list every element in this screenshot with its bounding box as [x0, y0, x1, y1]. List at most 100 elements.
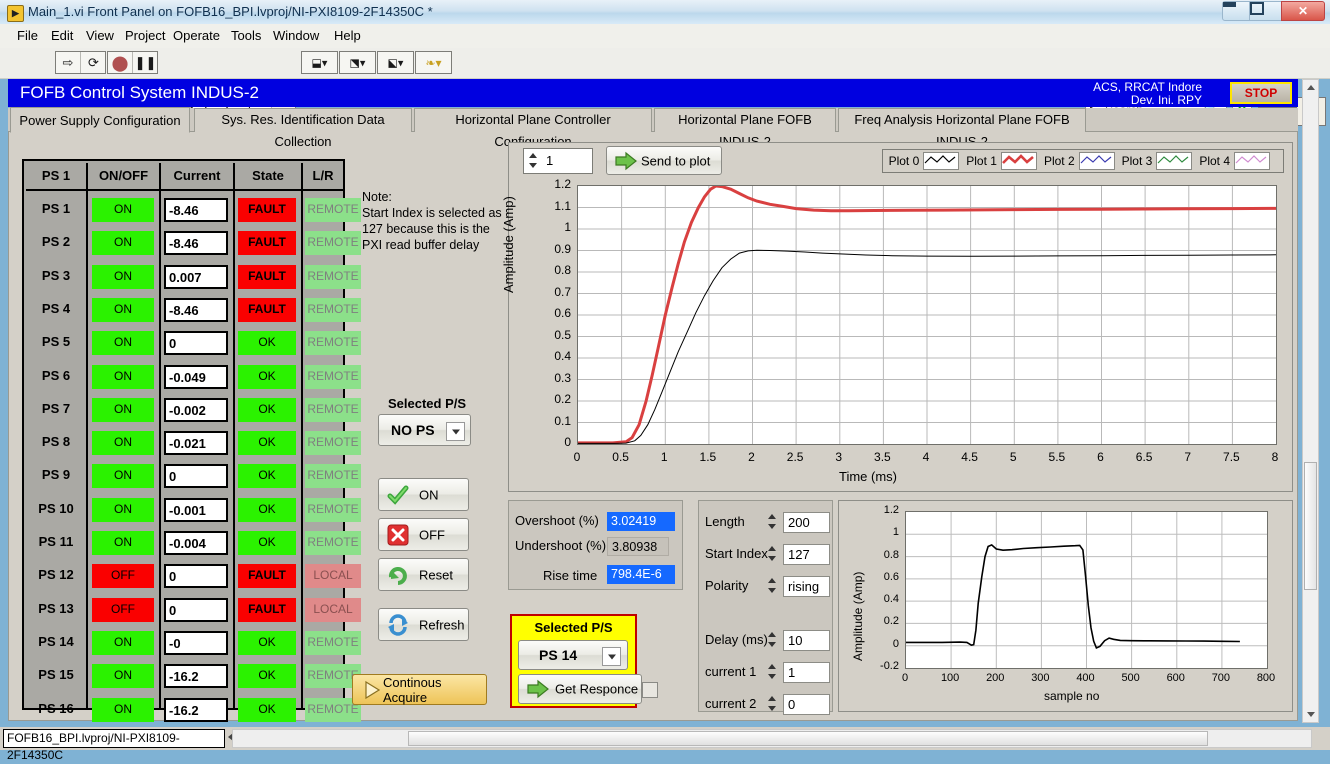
param-stepper-2[interactable]: [765, 575, 780, 597]
ps-current-cell[interactable]: -0.001: [164, 497, 228, 522]
ps-onoff-cell[interactable]: ON: [92, 431, 154, 456]
horizontal-scrollbar[interactable]: [232, 729, 1312, 748]
close-button[interactable]: ✕: [1281, 1, 1325, 21]
tab-sys-res-identification[interactable]: Sys. Res. Identification Data Collection: [194, 108, 412, 149]
param-value-2[interactable]: rising: [783, 576, 830, 597]
ps-current-cell[interactable]: -0.004: [164, 531, 228, 555]
stop-button[interactable]: STOP: [1230, 82, 1292, 104]
menu-item-operate[interactable]: Operate: [166, 27, 227, 45]
ps-current-cell[interactable]: -0: [164, 630, 228, 655]
get-response-button[interactable]: Get Responce: [518, 674, 642, 704]
ps-reset-button[interactable]: Reset: [378, 558, 469, 591]
legend-item-3[interactable]: Plot 3: [1122, 152, 1193, 170]
param-value-3[interactable]: 10: [783, 630, 830, 651]
distribute-objects-icon[interactable]: ⬔▾: [340, 52, 375, 73]
ps-current-cell[interactable]: -8.46: [164, 198, 228, 222]
ps-current-cell[interactable]: -0.049: [164, 364, 228, 389]
param-value-1[interactable]: 127: [783, 544, 830, 565]
ps-onoff-cell[interactable]: ON: [92, 364, 154, 389]
param-stepper-5[interactable]: [765, 693, 780, 715]
menu-item-tools[interactable]: Tools: [224, 27, 268, 45]
legend-swatch[interactable]: [1234, 152, 1270, 170]
ps-onoff-cell[interactable]: OFF: [92, 564, 154, 589]
vertical-scrollbar[interactable]: [1302, 79, 1319, 723]
param-value-5[interactable]: 0: [783, 694, 830, 715]
legend-swatch[interactable]: [1156, 152, 1193, 170]
pause-icon[interactable]: ❚❚: [133, 52, 158, 73]
menu-item-file[interactable]: File: [10, 27, 45, 45]
tab-horizontal-plane-fofb[interactable]: Horizontal Plane FOFB INDUS-2: [654, 108, 836, 149]
scroll-up-icon[interactable]: [1303, 80, 1318, 95]
tab-freq-analysis[interactable]: Freq Analysis Horizontal Plane FOFB INDU…: [838, 108, 1086, 149]
ps-onoff-cell[interactable]: ON: [92, 497, 154, 522]
ps-onoff-cell[interactable]: ON: [92, 297, 154, 322]
menu-item-window[interactable]: Window: [266, 27, 326, 45]
ps-onoff-cell[interactable]: ON: [92, 198, 154, 222]
plot-legend[interactable]: Plot 0 Plot 1 Plot 2 Plot 3 Plot 4: [881, 149, 1284, 173]
tab-horizontal-plane-controller[interactable]: Horizontal Plane Controller Configuratio…: [414, 108, 652, 149]
ps-current-cell[interactable]: 0: [164, 597, 228, 622]
menu-item-edit[interactable]: Edit: [44, 27, 80, 45]
raw-pulse-plot-area[interactable]: [905, 511, 1268, 669]
legend-item-2[interactable]: Plot 2: [1044, 152, 1115, 170]
ps-onoff-cell[interactable]: ON: [92, 664, 154, 689]
menu-item-help[interactable]: Help: [327, 27, 368, 45]
param-value-0[interactable]: 200: [783, 512, 830, 533]
ps-onoff-cell[interactable]: ON: [92, 531, 154, 555]
project-path-field[interactable]: FOFB16_BPI.lvproj/NI-PXI8109-2F14350C: [3, 729, 225, 762]
ps-current-cell[interactable]: -8.46: [164, 231, 228, 256]
step-response-plot-area[interactable]: [577, 184, 1277, 445]
ps-onoff-cell[interactable]: ON: [92, 464, 154, 489]
legend-swatch[interactable]: [923, 152, 960, 170]
send-to-plot-button[interactable]: Send to plot: [606, 146, 722, 175]
ps-onoff-cell[interactable]: ON: [92, 630, 154, 655]
legend-item-1[interactable]: Plot 1: [966, 152, 1037, 170]
run-continuous-icon[interactable]: ⟳: [81, 52, 106, 73]
ps-onoff-cell[interactable]: ON: [92, 264, 154, 289]
param-stepper-3[interactable]: [765, 629, 780, 651]
ps-current-cell[interactable]: -16.2: [164, 664, 228, 689]
legend-item-4[interactable]: Plot 4: [1199, 152, 1270, 170]
ps-refresh-button[interactable]: Refresh: [378, 608, 469, 641]
tab-power-supply-configuration[interactable]: Power Supply Configuration: [10, 107, 190, 133]
legend-item-0[interactable]: Plot 0: [889, 152, 960, 170]
selected-ps-combo[interactable]: PS 14: [518, 640, 628, 670]
ps-on-button[interactable]: ON: [378, 478, 469, 511]
menu-item-view[interactable]: View: [79, 27, 121, 45]
align-objects-icon[interactable]: ⬓▾: [302, 52, 337, 73]
title-bar[interactable]: ▶ Main_1.vi Front Panel on FOFB16_BPI.lv…: [0, 0, 1330, 25]
maximize-button[interactable]: [1249, 1, 1282, 21]
continuous-acquire-button[interactable]: Continous Acquire: [352, 674, 487, 705]
plot-index-input[interactable]: 1: [523, 148, 593, 174]
scroll-down-icon[interactable]: [1303, 707, 1318, 722]
run-arrow-icon[interactable]: ⇨: [56, 52, 81, 73]
ps-current-cell[interactable]: -0.021: [164, 431, 228, 456]
chevron-down-icon-2[interactable]: [602, 647, 621, 666]
ps-current-cell[interactable]: 0.007: [164, 264, 228, 289]
param-stepper-0[interactable]: [765, 511, 780, 533]
param-value-4[interactable]: 1: [783, 662, 830, 683]
ps-off-button[interactable]: OFF: [378, 518, 469, 551]
get-response-checkbox[interactable]: [642, 682, 658, 698]
ps-onoff-cell[interactable]: ON: [92, 397, 154, 422]
ps-current-cell[interactable]: 0: [164, 564, 228, 589]
plot-index-stepper[interactable]: [526, 151, 541, 172]
abort-icon[interactable]: ⬤: [108, 52, 133, 73]
ps-current-cell[interactable]: 0: [164, 464, 228, 489]
ps-current-cell[interactable]: 0: [164, 331, 228, 356]
vertical-scrollbar-thumb[interactable]: [1304, 462, 1317, 590]
param-stepper-4[interactable]: [765, 661, 780, 683]
horizontal-scrollbar-thumb[interactable]: [408, 731, 1208, 746]
ps-onoff-cell[interactable]: ON: [92, 231, 154, 256]
param-stepper-1[interactable]: [765, 543, 780, 565]
selected-ps-dropdown[interactable]: NO PS: [378, 414, 471, 446]
resize-objects-icon[interactable]: ⬕▾: [378, 52, 413, 73]
ps-onoff-cell[interactable]: ON: [92, 331, 154, 356]
ps-onoff-cell[interactable]: ON: [92, 697, 154, 722]
ps-current-cell[interactable]: -16.2: [164, 697, 228, 722]
chevron-down-icon[interactable]: [446, 422, 465, 441]
menu-item-project[interactable]: Project: [118, 27, 172, 45]
legend-swatch[interactable]: [1078, 152, 1115, 170]
ps-current-cell[interactable]: -0.002: [164, 397, 228, 422]
legend-swatch[interactable]: [1000, 152, 1037, 170]
